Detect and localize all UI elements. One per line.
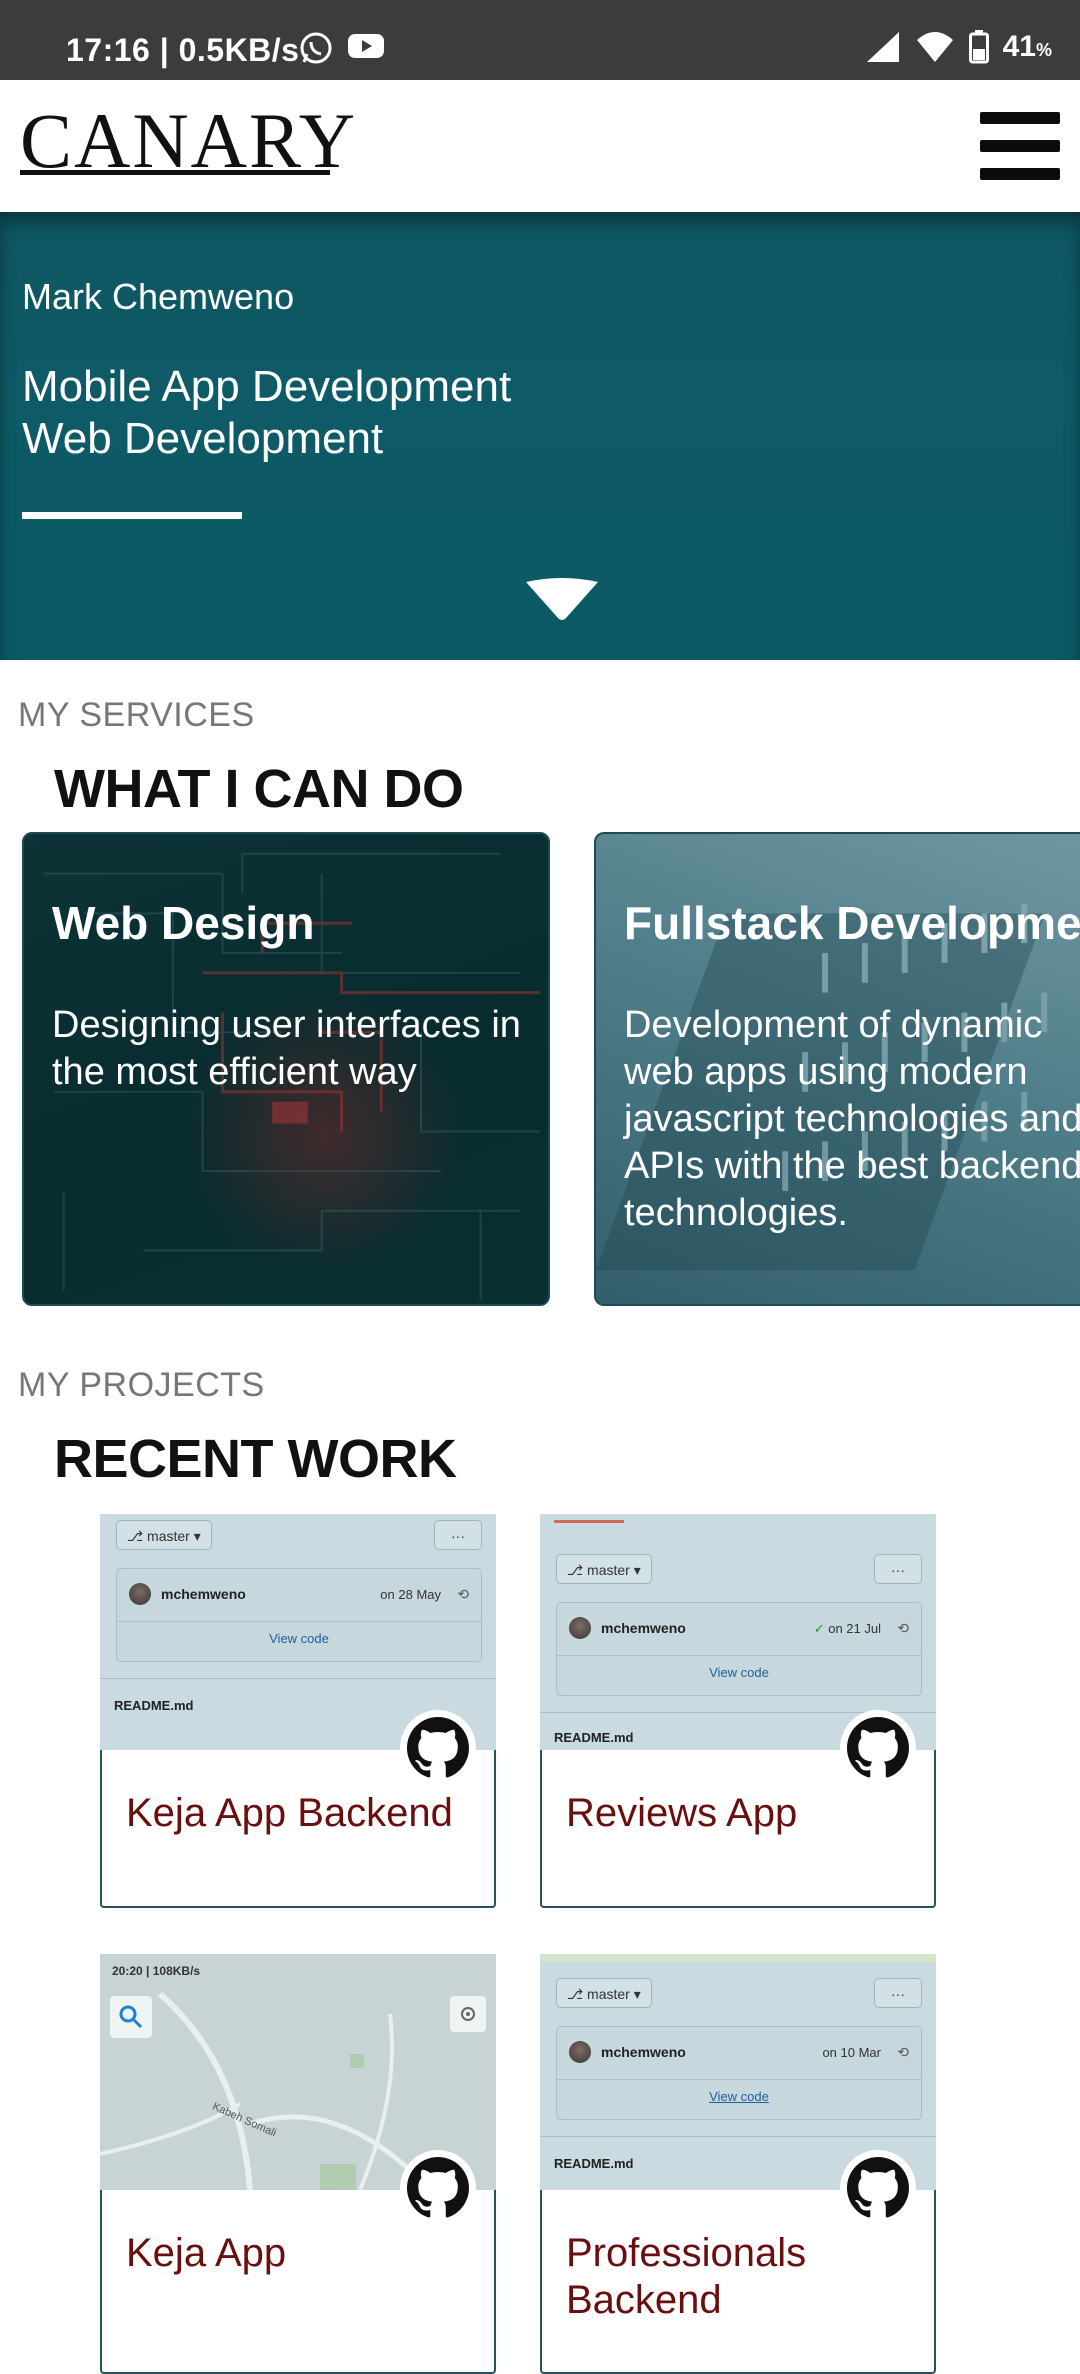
project-card-keja-app[interactable]: 20:20 | 108KB/s Kabeh Somali Keja App bbox=[100, 1954, 496, 2374]
project-card-professionals-backend[interactable]: ⎇ master ▾ ··· mchemweno on 10 Mar ⟲ Vie… bbox=[540, 1954, 936, 2374]
service-title: Web Design bbox=[52, 897, 315, 949]
status-bar: 17:16 | 0.5KB/s 41% bbox=[0, 0, 1080, 80]
branch-selector: ⎇ master ▾ bbox=[556, 1978, 652, 2008]
github-icon[interactable] bbox=[400, 2150, 476, 2226]
service-card-web-design[interactable]: Web Design Designing user interfaces in … bbox=[22, 832, 550, 1306]
branch-selector: ⎇ master ▾ bbox=[556, 1554, 652, 1584]
more-options-icon: ··· bbox=[434, 1520, 482, 1550]
more-options-icon: ··· bbox=[874, 1554, 922, 1584]
wifi-icon bbox=[916, 32, 953, 62]
history-icon: ⟲ bbox=[897, 1620, 909, 1636]
service-card-fullstack[interactable]: Fullstack Development Development of dyn… bbox=[594, 832, 1080, 1306]
commit-box: mchemweno on 10 Mar ⟲ View code bbox=[556, 2026, 922, 2120]
battery-icon bbox=[968, 30, 989, 64]
more-options-icon: ··· bbox=[874, 1978, 922, 2008]
github-icon[interactable] bbox=[840, 2150, 916, 2226]
youtube-icon bbox=[348, 34, 384, 58]
battery-percentage: 41% bbox=[1002, 30, 1052, 63]
project-title[interactable]: Keja App Backend bbox=[126, 1790, 466, 1837]
services-title: WHAT I CAN DO bbox=[54, 759, 464, 819]
history-icon: ⟲ bbox=[457, 1586, 469, 1602]
hero-banner: Mark Chemweno Mobile App Development Web… bbox=[0, 212, 1080, 660]
service-title: Fullstack Development bbox=[624, 897, 1080, 949]
project-title[interactable]: Reviews App bbox=[566, 1790, 906, 1837]
project-card-reviews-app[interactable]: ⎇ master ▾ ··· mchemweno ✓ on 21 Jul ⟲ V… bbox=[540, 1514, 936, 1908]
menu-icon[interactable] bbox=[980, 112, 1060, 180]
github-icon[interactable] bbox=[840, 1710, 916, 1786]
project-title[interactable]: Keja App bbox=[126, 2230, 466, 2277]
avatar bbox=[129, 1583, 151, 1605]
logo-underline bbox=[20, 170, 330, 175]
service-description: Designing user interfaces in the most ef… bbox=[52, 1004, 521, 1093]
status-time: 17:16 | 0.5KB/s bbox=[66, 32, 300, 68]
branch-selector: ⎇ master ▾ bbox=[116, 1520, 212, 1550]
hero-role-mobile: Mobile App Development bbox=[22, 362, 512, 411]
scroll-down-icon[interactable] bbox=[522, 576, 602, 624]
commit-box: mchemweno ✓ on 21 Jul ⟲ View code bbox=[556, 1602, 922, 1696]
status-notification-icons bbox=[298, 30, 386, 66]
projects-eyebrow: MY PROJECTS bbox=[18, 1366, 265, 1404]
project-card-keja-app-backend[interactable]: ⎇ master ▾ ··· mchemweno on 28 May ⟲ Vie… bbox=[100, 1514, 496, 1908]
hero-role-web: Web Development bbox=[22, 414, 384, 463]
github-icon[interactable] bbox=[400, 1710, 476, 1786]
site-header: CANARY bbox=[0, 80, 1080, 212]
services-eyebrow: MY SERVICES bbox=[18, 696, 255, 734]
location-icon bbox=[450, 1996, 486, 2032]
projects-title: RECENT WORK bbox=[54, 1429, 457, 1489]
service-description: Development of dynamic web apps using mo… bbox=[624, 1004, 1080, 1234]
search-icon bbox=[110, 1996, 152, 2038]
hero-name: Mark Chemweno bbox=[22, 276, 295, 317]
site-logo[interactable]: CANARY bbox=[20, 102, 357, 180]
whatsapp-icon bbox=[300, 32, 332, 64]
hero-divider bbox=[22, 512, 242, 519]
cell-signal-icon bbox=[866, 32, 899, 62]
avatar bbox=[569, 2041, 591, 2063]
history-icon: ⟲ bbox=[897, 2044, 909, 2060]
avatar bbox=[569, 1617, 591, 1639]
commit-box: mchemweno on 28 May ⟲ View code bbox=[116, 1568, 482, 1662]
project-title[interactable]: Professionals Backend bbox=[566, 2230, 906, 2324]
